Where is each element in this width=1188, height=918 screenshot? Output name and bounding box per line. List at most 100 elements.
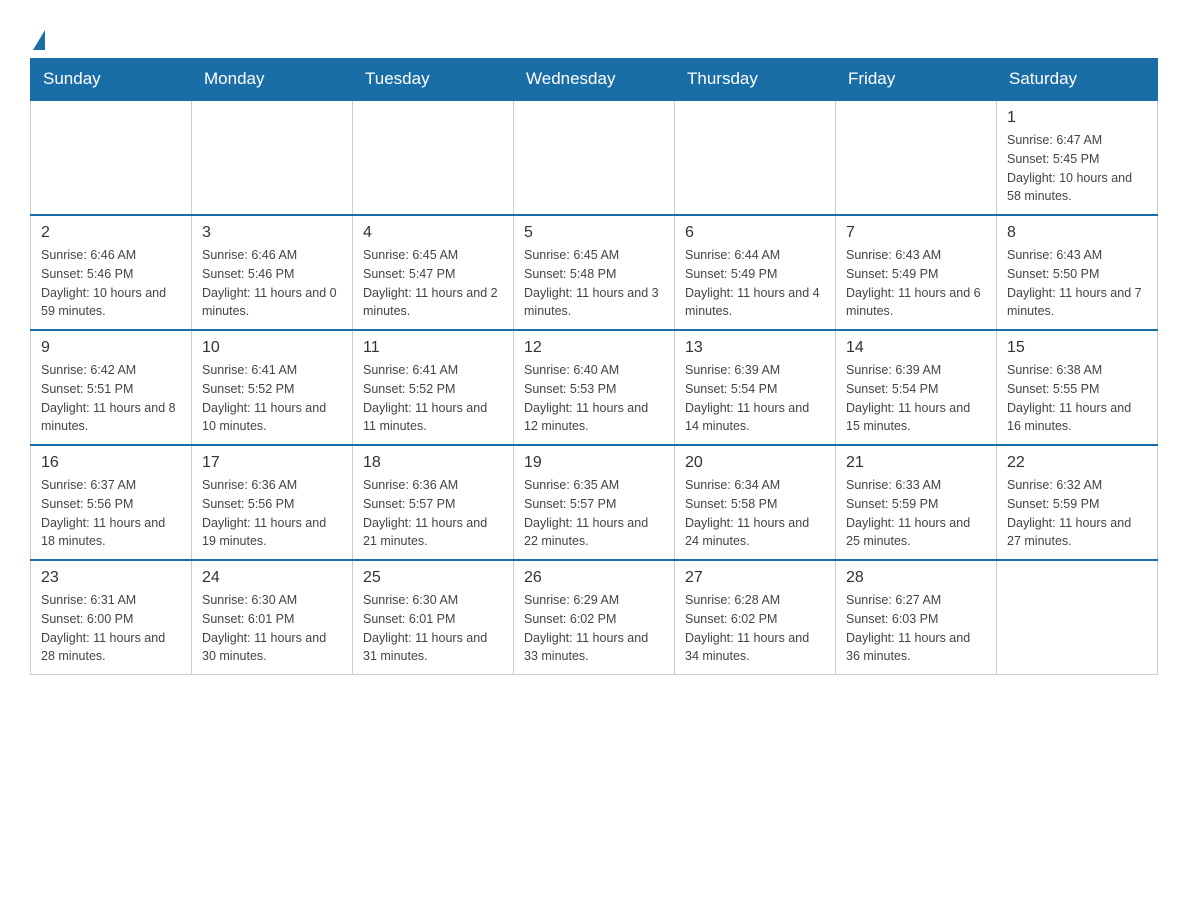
calendar-cell: 3Sunrise: 6:46 AMSunset: 5:46 PMDaylight… — [192, 215, 353, 330]
calendar-cell: 28 Sunrise: 6:27 AMSunset: 6:03 PMDayligh… — [836, 560, 997, 675]
calendar-cell: 23 Sunrise: 6:31 AMSunset: 6:00 PMDayligh… — [31, 560, 192, 675]
day-number: 21 — [846, 454, 986, 472]
day-header-thursday: Thursday — [675, 59, 836, 101]
day-info: Sunrise: 6:32 AMSunset: 5:59 PMDaylight:… — [1007, 476, 1147, 551]
calendar-week-row: 1 Sunrise: 6:47 AMSunset: 5:45 PMDaylight… — [31, 100, 1158, 215]
day-number: 17 — [202, 454, 342, 472]
day-number: 28 — [846, 569, 986, 587]
calendar-cell: 14Sunrise: 6:39 AMSunset: 5:54 PMDayligh… — [836, 330, 997, 445]
day-number: 27 — [685, 569, 825, 587]
day-number: 18 — [363, 454, 503, 472]
day-number: 12 — [524, 339, 664, 357]
calendar-cell: 8 Sunrise: 6:43 AMSunset: 5:50 PMDaylight… — [997, 215, 1158, 330]
day-header-sunday: Sunday — [31, 59, 192, 101]
calendar-cell — [675, 100, 836, 215]
calendar-cell: 6 Sunrise: 6:44 AMSunset: 5:49 PMDaylight… — [675, 215, 836, 330]
day-info: Sunrise: 6:38 AMSunset: 5:55 PMDaylight:… — [1007, 361, 1147, 436]
calendar-cell: 17 Sunrise: 6:36 AMSunset: 5:56 PMDayligh… — [192, 445, 353, 560]
calendar-cell: 9 Sunrise: 6:42 AMSunset: 5:51 PMDaylight… — [31, 330, 192, 445]
day-number: 8 — [1007, 224, 1147, 242]
day-info: Sunrise: 6:35 AMSunset: 5:57 PMDaylight:… — [524, 476, 664, 551]
day-info: Sunrise: 6:43 AMSunset: 5:49 PMDaylight:… — [846, 246, 986, 321]
calendar-cell: 5 Sunrise: 6:45 AMSunset: 5:48 PMDaylight… — [514, 215, 675, 330]
day-info: Sunrise: 6:30 AMSunset: 6:01 PMDaylight:… — [202, 591, 342, 666]
day-info: Sunrise: 6:30 AMSunset: 6:01 PMDaylight:… — [363, 591, 503, 666]
calendar-cell: 24 Sunrise: 6:30 AMSunset: 6:01 PMDayligh… — [192, 560, 353, 675]
day-info: Sunrise: 6:36 AMSunset: 5:56 PMDaylight:… — [202, 476, 342, 551]
page-header — [30, 20, 1158, 48]
calendar-cell: 27 Sunrise: 6:28 AMSunset: 6:02 PMDayligh… — [675, 560, 836, 675]
day-info: Sunrise: 6:40 AMSunset: 5:53 PMDaylight:… — [524, 361, 664, 436]
day-number: 5 — [524, 224, 664, 242]
logo — [30, 30, 45, 48]
day-info: Sunrise: 6:47 AMSunset: 5:45 PMDaylight:… — [1007, 131, 1147, 206]
calendar-cell: 13 Sunrise: 6:39 AMSunset: 5:54 PMDayligh… — [675, 330, 836, 445]
day-number: 19 — [524, 454, 664, 472]
calendar-cell: 12 Sunrise: 6:40 AMSunset: 5:53 PMDayligh… — [514, 330, 675, 445]
day-number: 16 — [41, 454, 181, 472]
day-info: Sunrise: 6:46 AMSunset: 5:46 PMDaylight:… — [202, 246, 342, 321]
day-info: Sunrise: 6:28 AMSunset: 6:02 PMDaylight:… — [685, 591, 825, 666]
day-info: Sunrise: 6:43 AMSunset: 5:50 PMDaylight:… — [1007, 246, 1147, 321]
day-number: 9 — [41, 339, 181, 357]
day-info: Sunrise: 6:39 AMSunset: 5:54 PMDaylight:… — [846, 361, 986, 436]
day-info: Sunrise: 6:45 AMSunset: 5:48 PMDaylight:… — [524, 246, 664, 321]
calendar-cell: 22 Sunrise: 6:32 AMSunset: 5:59 PMDayligh… — [997, 445, 1158, 560]
logo-triangle-icon — [33, 30, 45, 50]
day-info: Sunrise: 6:37 AMSunset: 5:56 PMDaylight:… — [41, 476, 181, 551]
calendar-cell: 1 Sunrise: 6:47 AMSunset: 5:45 PMDaylight… — [997, 100, 1158, 215]
calendar-cell: 26 Sunrise: 6:29 AMSunset: 6:02 PMDayligh… — [514, 560, 675, 675]
day-number: 20 — [685, 454, 825, 472]
calendar-week-row: 23 Sunrise: 6:31 AMSunset: 6:00 PMDayligh… — [31, 560, 1158, 675]
calendar-cell: 21Sunrise: 6:33 AMSunset: 5:59 PMDayligh… — [836, 445, 997, 560]
calendar-cell — [514, 100, 675, 215]
day-header-saturday: Saturday — [997, 59, 1158, 101]
day-info: Sunrise: 6:45 AMSunset: 5:47 PMDaylight:… — [363, 246, 503, 321]
day-info: Sunrise: 6:39 AMSunset: 5:54 PMDaylight:… — [685, 361, 825, 436]
calendar-table: SundayMondayTuesdayWednesdayThursdayFrid… — [30, 58, 1158, 675]
day-number: 11 — [363, 339, 503, 357]
day-info: Sunrise: 6:44 AMSunset: 5:49 PMDaylight:… — [685, 246, 825, 321]
calendar-cell: 16 Sunrise: 6:37 AMSunset: 5:56 PMDayligh… — [31, 445, 192, 560]
calendar-cell — [31, 100, 192, 215]
calendar-cell — [192, 100, 353, 215]
calendar-cell — [353, 100, 514, 215]
day-info: Sunrise: 6:42 AMSunset: 5:51 PMDaylight:… — [41, 361, 181, 436]
calendar-cell: 7 Sunrise: 6:43 AMSunset: 5:49 PMDaylight… — [836, 215, 997, 330]
calendar-cell: 4 Sunrise: 6:45 AMSunset: 5:47 PMDaylight… — [353, 215, 514, 330]
day-info: Sunrise: 6:31 AMSunset: 6:00 PMDaylight:… — [41, 591, 181, 666]
day-info: Sunrise: 6:41 AMSunset: 5:52 PMDaylight:… — [202, 361, 342, 436]
calendar-cell: 2Sunrise: 6:46 AMSunset: 5:46 PMDaylight… — [31, 215, 192, 330]
day-number: 10 — [202, 339, 342, 357]
day-number: 1 — [1007, 109, 1147, 127]
calendar-header-row: SundayMondayTuesdayWednesdayThursdayFrid… — [31, 59, 1158, 101]
day-number: 6 — [685, 224, 825, 242]
day-header-friday: Friday — [836, 59, 997, 101]
calendar-cell: 11 Sunrise: 6:41 AMSunset: 5:52 PMDayligh… — [353, 330, 514, 445]
calendar-week-row: 16 Sunrise: 6:37 AMSunset: 5:56 PMDayligh… — [31, 445, 1158, 560]
day-info: Sunrise: 6:27 AMSunset: 6:03 PMDaylight:… — [846, 591, 986, 666]
day-number: 13 — [685, 339, 825, 357]
day-number: 24 — [202, 569, 342, 587]
day-number: 26 — [524, 569, 664, 587]
day-number: 25 — [363, 569, 503, 587]
calendar-cell: 19 Sunrise: 6:35 AMSunset: 5:57 PMDayligh… — [514, 445, 675, 560]
day-number: 4 — [363, 224, 503, 242]
day-number: 7 — [846, 224, 986, 242]
calendar-cell — [836, 100, 997, 215]
day-number: 23 — [41, 569, 181, 587]
calendar-cell: 25 Sunrise: 6:30 AMSunset: 6:01 PMDayligh… — [353, 560, 514, 675]
calendar-cell: 18 Sunrise: 6:36 AMSunset: 5:57 PMDayligh… — [353, 445, 514, 560]
day-info: Sunrise: 6:36 AMSunset: 5:57 PMDaylight:… — [363, 476, 503, 551]
day-header-tuesday: Tuesday — [353, 59, 514, 101]
day-info: Sunrise: 6:29 AMSunset: 6:02 PMDaylight:… — [524, 591, 664, 666]
day-number: 22 — [1007, 454, 1147, 472]
calendar-cell: 10 Sunrise: 6:41 AMSunset: 5:52 PMDayligh… — [192, 330, 353, 445]
day-number: 15 — [1007, 339, 1147, 357]
day-info: Sunrise: 6:34 AMSunset: 5:58 PMDaylight:… — [685, 476, 825, 551]
calendar-cell: 15 Sunrise: 6:38 AMSunset: 5:55 PMDayligh… — [997, 330, 1158, 445]
calendar-cell — [997, 560, 1158, 675]
day-header-monday: Monday — [192, 59, 353, 101]
day-number: 2 — [41, 224, 181, 242]
day-info: Sunrise: 6:41 AMSunset: 5:52 PMDaylight:… — [363, 361, 503, 436]
